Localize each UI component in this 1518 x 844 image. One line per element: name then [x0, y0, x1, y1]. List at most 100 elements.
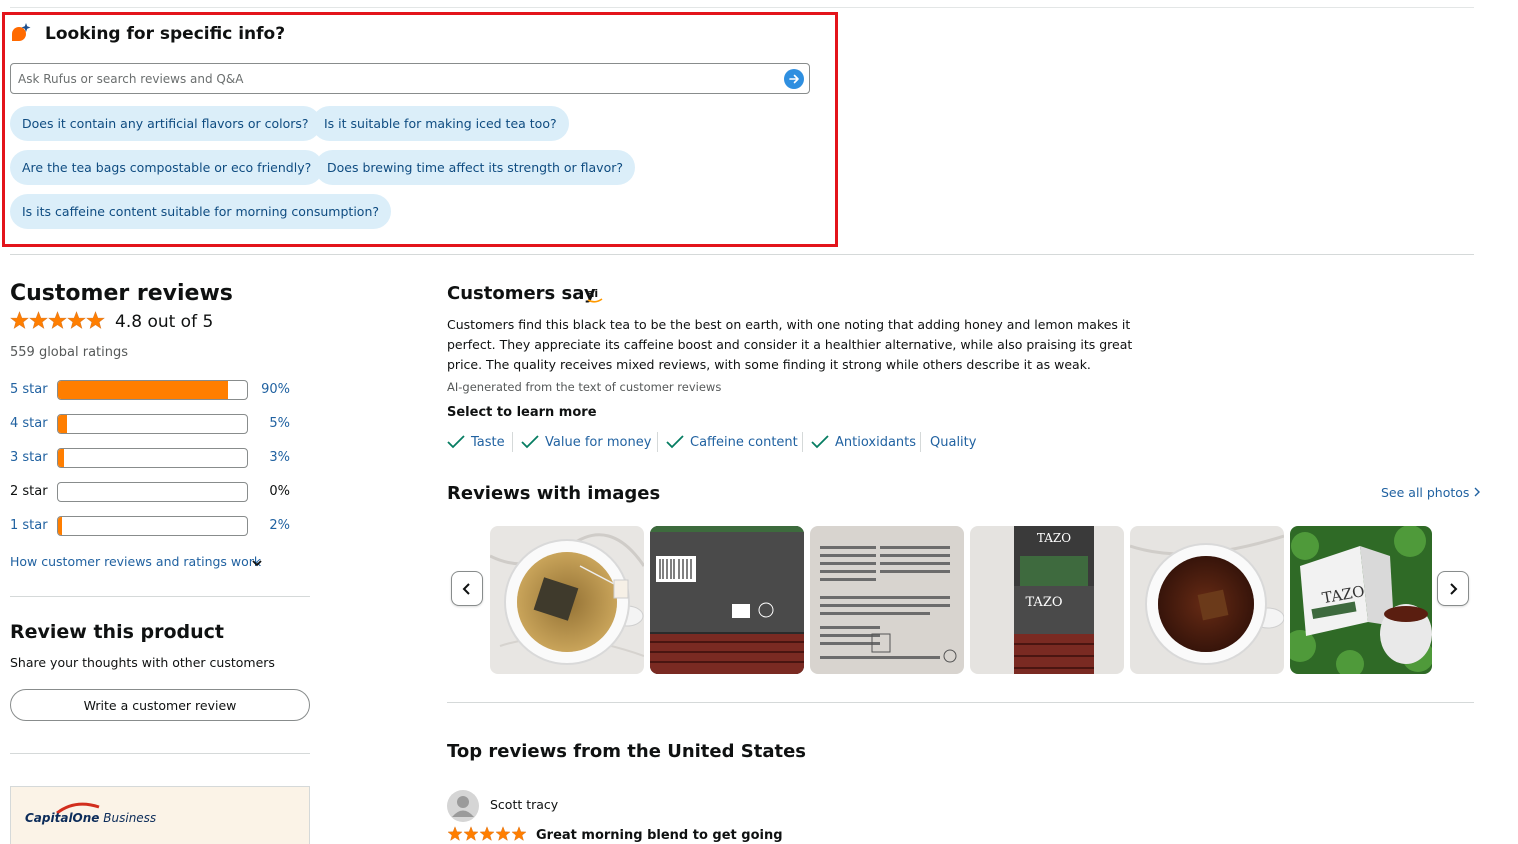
suggestion-chip[interactable]: Does it contain any artificial flavors o…: [10, 106, 321, 141]
review-product-subtitle: Share your thoughts with other customers: [10, 655, 275, 670]
chevron-left-icon: [462, 582, 470, 595]
histogram-percent[interactable]: 2%: [269, 518, 290, 533]
review-photo-tazo-plants: TAZO: [1290, 526, 1432, 674]
review-image-thumbnail[interactable]: [1130, 526, 1284, 674]
histogram-percent[interactable]: 5%: [269, 416, 290, 431]
how-reviews-work-link[interactable]: How customer reviews and ratings work: [10, 554, 261, 569]
customers-say-title: Customers say: [447, 283, 596, 304]
histogram-label[interactable]: 1 star: [10, 518, 48, 533]
review-product-title: Review this product: [10, 621, 225, 643]
aspect-separator: [920, 432, 921, 452]
rating-stars-icon: [10, 311, 105, 329]
aspect-value-for-money[interactable]: Value for money: [521, 432, 651, 452]
arrow-right-icon: [789, 74, 799, 84]
histogram-bar: [57, 448, 248, 468]
ad-logo-text: CapitalOne Business: [25, 811, 156, 825]
review-image-thumbnail[interactable]: [650, 526, 804, 674]
review-headline[interactable]: Great morning blend to get going: [536, 828, 783, 843]
reviewer-name[interactable]: Scott tracy: [490, 797, 558, 812]
section-divider: [447, 702, 1474, 703]
reviews-with-images-title: Reviews with images: [447, 483, 661, 504]
histogram-row-2: 2 star 0%: [10, 482, 310, 504]
review-photo-caffeine-guide: [810, 526, 964, 674]
review-photo-tea-cup: [490, 526, 644, 674]
aspect-separator: [657, 432, 658, 452]
section-divider: [10, 254, 1474, 255]
top-divider: [10, 7, 1474, 8]
left-divider: [10, 596, 310, 597]
review-stars-icon[interactable]: [447, 826, 527, 842]
checkmark-icon: [811, 435, 829, 449]
histogram-fill: [58, 449, 64, 467]
write-review-button[interactable]: Write a customer review: [10, 689, 310, 721]
ai-generated-note: AI-generated from the text of customer r…: [447, 380, 722, 394]
review-photo-dark-tea: [1130, 526, 1284, 674]
svg-text:TAZO: TAZO: [1025, 595, 1062, 610]
review-photo-box-back: [650, 526, 804, 674]
top-reviews-title: Top reviews from the United States: [447, 741, 807, 762]
see-all-photos-link[interactable]: See all photos: [1381, 485, 1481, 500]
average-rating-text: 4.8 out of 5: [115, 312, 214, 332]
aspect-taste[interactable]: Taste: [447, 432, 505, 452]
aspect-label: Taste: [471, 434, 505, 450]
checkmark-icon: [447, 435, 465, 449]
histogram-row-5[interactable]: 5 star 90%: [10, 380, 310, 402]
aspect-caffeine-content[interactable]: Caffeine content: [666, 432, 798, 452]
aspect-antioxidants[interactable]: Antioxidants: [811, 432, 916, 452]
capital-one-ad[interactable]: CapitalOne Business: [10, 786, 310, 844]
histogram-bar: [57, 482, 248, 502]
review-image-thumbnail[interactable]: TAZO: [1290, 526, 1432, 674]
histogram-label: 2 star: [10, 484, 48, 499]
chevron-right-icon: [1450, 582, 1458, 595]
suggestion-chip[interactable]: Is its caffeine content suitable for mor…: [10, 194, 391, 229]
chevron-right-icon: [1474, 487, 1481, 497]
histogram-percent[interactable]: 3%: [269, 450, 290, 465]
histogram-percent: 0%: [269, 484, 290, 499]
histogram-row-1[interactable]: 1 star 2%: [10, 516, 310, 538]
histogram-fill: [58, 517, 62, 535]
review-image-thumbnail[interactable]: [490, 526, 644, 674]
histogram-label[interactable]: 5 star: [10, 382, 48, 397]
histogram-percent[interactable]: 90%: [261, 382, 290, 397]
aspect-quality[interactable]: Quality: [930, 432, 976, 452]
suggestion-chip[interactable]: Is it suitable for making iced tea too?: [312, 106, 569, 141]
ad-product: Business: [103, 811, 157, 825]
svg-text:ai: ai: [587, 287, 598, 300]
aspect-label: Value for money: [545, 434, 652, 450]
histogram-label[interactable]: 4 star: [10, 416, 48, 431]
suggestion-chip[interactable]: Does brewing time affect its strength or…: [315, 150, 635, 185]
histogram-row-4[interactable]: 4 star 5%: [10, 414, 310, 436]
histogram-label[interactable]: 3 star: [10, 450, 48, 465]
checkmark-icon: [521, 435, 539, 449]
review-photo-tazo-box: TAZO TAZO: [970, 526, 1124, 674]
suggestion-chip[interactable]: Are the tea bags compostable or eco frie…: [10, 150, 324, 185]
histogram-bar: [57, 516, 248, 536]
avatar: [447, 790, 479, 822]
histogram-fill: [58, 415, 68, 433]
carousel-next-button[interactable]: [1437, 571, 1469, 606]
histogram-bar: [57, 414, 248, 434]
rufus-icon: [12, 23, 31, 41]
histogram-row-3[interactable]: 3 star 3%: [10, 448, 310, 470]
carousel-prev-button[interactable]: [451, 571, 483, 606]
aspect-label: Antioxidants: [835, 434, 917, 450]
chevron-down-icon[interactable]: [250, 556, 264, 570]
ai-icon: ai: [587, 287, 603, 303]
svg-text:TAZO: TAZO: [1037, 531, 1071, 545]
ad-brand: CapitalOne: [25, 811, 100, 825]
customers-say-summary: Customers find this black tea to be the …: [447, 317, 1133, 372]
histogram-fill: [58, 381, 229, 399]
rufus-search-input[interactable]: [11, 64, 771, 93]
rufus-search-box: [10, 63, 810, 94]
review-image-thumbnail[interactable]: TAZO TAZO: [970, 526, 1124, 674]
aspect-separator: [512, 432, 513, 452]
aspect-separator: [802, 432, 803, 452]
histogram-bar: [57, 380, 248, 400]
checkmark-icon: [666, 435, 684, 449]
review-image-thumbnail[interactable]: [810, 526, 964, 674]
customer-reviews-title: Customer reviews: [10, 281, 233, 306]
left-divider: [10, 753, 310, 754]
aspect-label: Caffeine content: [690, 434, 798, 450]
global-ratings-count: 559 global ratings: [10, 345, 129, 360]
search-submit-button[interactable]: [784, 69, 804, 89]
